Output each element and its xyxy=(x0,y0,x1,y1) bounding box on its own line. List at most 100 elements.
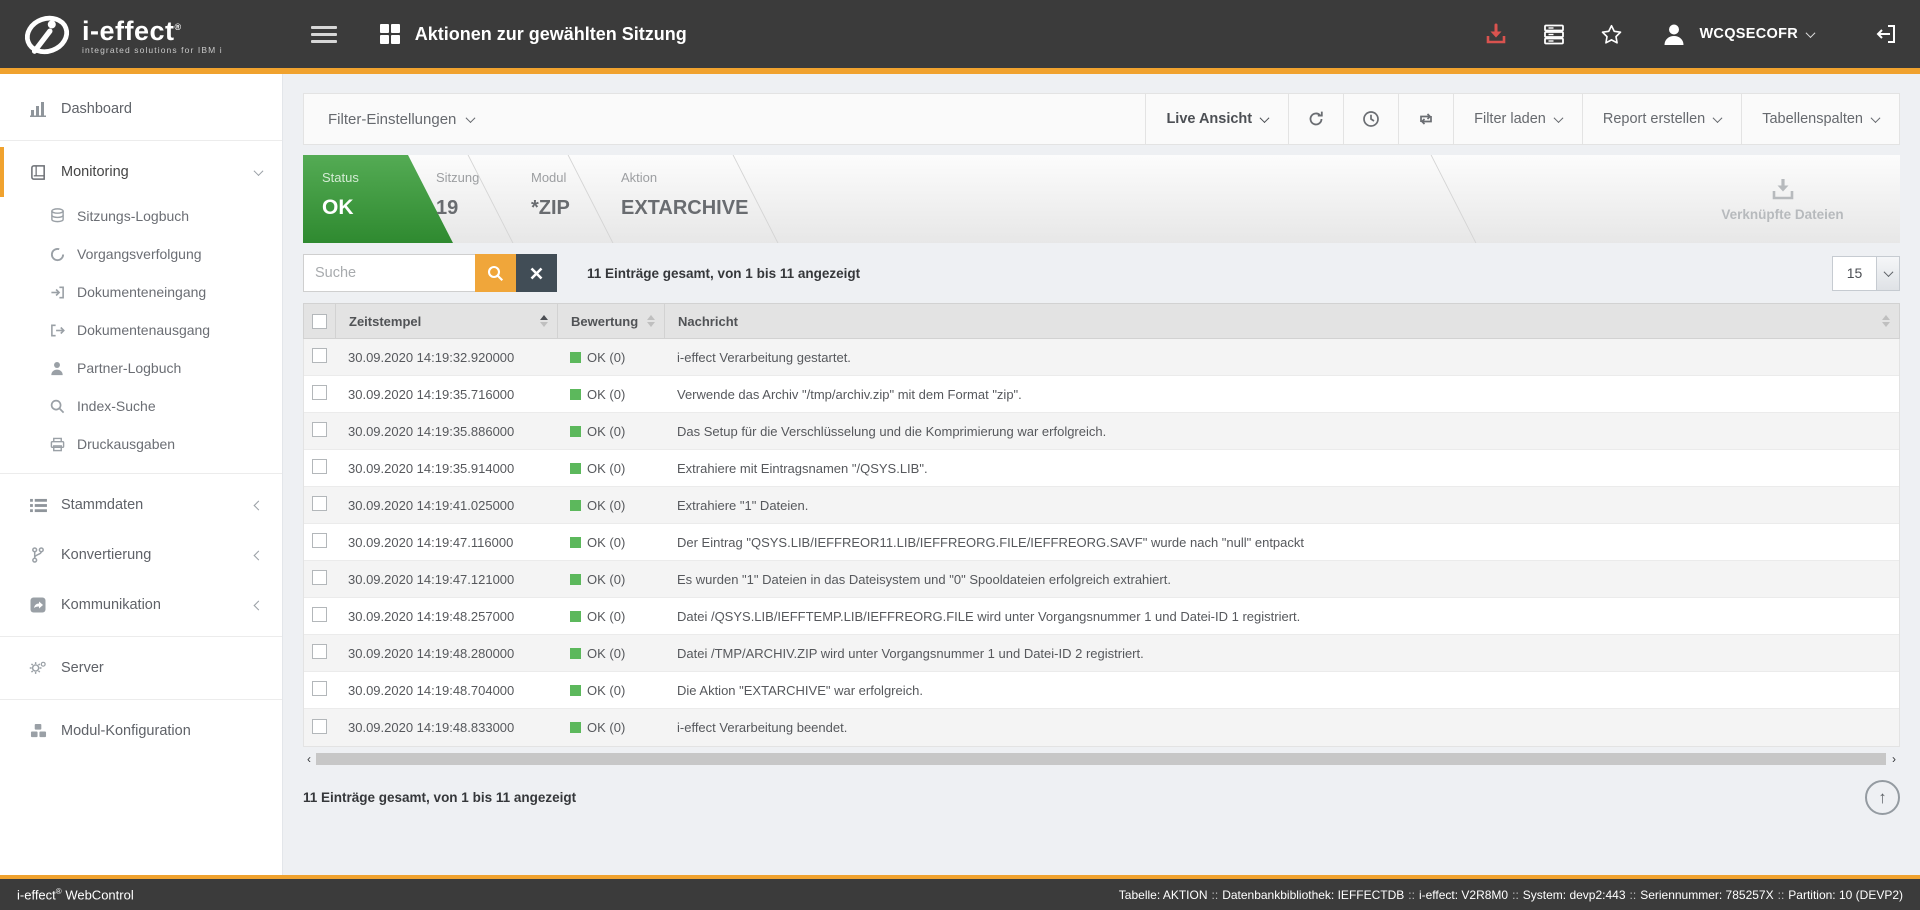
page-size-select[interactable]: 15 xyxy=(1832,256,1900,291)
status-ok-icon xyxy=(570,426,581,437)
sidebar-item-label: Dokumenteneingang xyxy=(77,284,206,300)
repeat-icon xyxy=(1417,110,1435,128)
linked-files-button[interactable]: Verknüpfte Dateien xyxy=(1665,155,1900,243)
chevron-down-icon xyxy=(1260,113,1270,123)
footer-status-item: System: devp2:443 xyxy=(1523,888,1626,902)
history-button[interactable] xyxy=(1343,94,1398,144)
filter-load-dropdown[interactable]: Filter laden xyxy=(1453,94,1582,144)
app-footer: i-effect® WebControl Tabelle: AKTION::Da… xyxy=(0,875,1920,910)
footer-status-item: i-effect: V2R8M0 xyxy=(1419,888,1508,902)
logout-icon[interactable] xyxy=(1874,22,1898,46)
row-timestamp: 30.09.2020 14:19:48.833000 xyxy=(335,720,557,735)
username: WCQSECOFR xyxy=(1699,26,1798,42)
live-view-dropdown[interactable]: Live Ansicht xyxy=(1145,94,1288,144)
row-checkbox-cell xyxy=(304,496,335,514)
status-ok-icon xyxy=(570,463,581,474)
row-checkbox[interactable] xyxy=(312,719,327,734)
downloads-icon[interactable] xyxy=(1484,22,1508,46)
sidebar-divider xyxy=(0,636,282,637)
page-title: Aktionen zur gewählten Sitzung xyxy=(415,24,687,45)
table-row: 30.09.2020 14:19:48.833000 OK (0) i-effe… xyxy=(304,709,1899,746)
row-checkbox[interactable] xyxy=(312,644,327,659)
footer-separator: :: xyxy=(1508,888,1523,902)
column-label: Zeitstempel xyxy=(349,314,421,329)
row-rating: OK (0) xyxy=(557,572,664,587)
report-create-label: Report erstellen xyxy=(1603,111,1705,127)
row-timestamp: 30.09.2020 14:19:48.280000 xyxy=(335,646,557,661)
search-button[interactable] xyxy=(475,254,516,292)
column-label: Bewertung xyxy=(571,314,638,329)
sidebar-item-server[interactable]: Server xyxy=(0,643,282,693)
row-message: i-effect Verarbeitung beendet. xyxy=(664,720,1899,735)
favorites-star-icon[interactable] xyxy=(1600,23,1623,46)
scroll-right-arrow[interactable]: › xyxy=(1888,752,1900,766)
banner-divider xyxy=(568,155,614,243)
sidebar-item-modul-konfiguration[interactable]: Modul-Konfiguration xyxy=(0,706,282,756)
row-checkbox[interactable] xyxy=(312,570,327,585)
menu-toggle-icon[interactable] xyxy=(311,26,337,43)
app-logo[interactable]: i-effect® integrated solutions for IBM i xyxy=(22,12,223,56)
report-create-dropdown[interactable]: Report erstellen xyxy=(1582,94,1741,144)
sidebar-item-index-suche[interactable]: Index-Suche xyxy=(0,387,282,425)
table-columns-dropdown[interactable]: Tabellenspalten xyxy=(1741,94,1899,144)
select-all-checkbox[interactable] xyxy=(312,314,327,329)
row-checkbox-cell xyxy=(304,644,335,662)
row-checkbox[interactable] xyxy=(312,459,327,474)
log-table: Zeitstempel Bewertung Nachricht 30.09.20… xyxy=(303,303,1900,747)
sidebar-item-stammdaten[interactable]: Stammdaten xyxy=(0,480,282,530)
row-checkbox-cell xyxy=(304,607,335,625)
sidebar-item-sitzungs-logbuch[interactable]: Sitzungs-Logbuch xyxy=(0,197,282,235)
row-checkbox[interactable] xyxy=(312,681,327,696)
grid-icon xyxy=(379,23,401,45)
row-rating: OK (0) xyxy=(557,535,664,550)
bottom-bar: 11 Einträge gesamt, von 1 bis 11 angezei… xyxy=(303,780,1900,815)
code-branch-icon xyxy=(28,547,48,563)
sidebar-item-druckausgaben[interactable]: Druckausgaben xyxy=(0,425,282,463)
sidebar-item-partner-logbuch[interactable]: Partner-Logbuch xyxy=(0,349,282,387)
row-checkbox[interactable] xyxy=(312,385,327,400)
action-label: Aktion xyxy=(621,170,748,185)
row-rating-text: OK (0) xyxy=(587,424,625,439)
auto-reload-button[interactable] xyxy=(1398,94,1453,144)
sidebar-item-vorgangsverfolgung[interactable]: Vorgangsverfolgung xyxy=(0,235,282,273)
status-banner: Status OK Sitzung 19 Modul *ZIP Aktion E… xyxy=(303,155,1900,243)
sidebar-item-dashboard[interactable]: Dashboard xyxy=(0,84,282,134)
status-ok-icon xyxy=(570,648,581,659)
sidebar-item-monitoring[interactable]: Monitoring xyxy=(0,147,282,197)
status-ok-icon xyxy=(570,500,581,511)
row-checkbox-cell xyxy=(304,719,335,737)
module-segment: Modul *ZIP xyxy=(531,170,570,220)
filter-settings-label: Filter-Einstellungen xyxy=(328,111,456,128)
column-header-bewertung[interactable]: Bewertung xyxy=(557,304,664,338)
sidebar-item-label: Druckausgaben xyxy=(77,436,175,452)
sidebar-item-kommunikation[interactable]: Kommunikation xyxy=(0,580,282,630)
row-rating: OK (0) xyxy=(557,609,664,624)
sidebar-item-konvertierung[interactable]: Konvertierung xyxy=(0,530,282,580)
filter-settings-dropdown[interactable]: Filter-Einstellungen xyxy=(304,94,498,144)
status-ok-icon xyxy=(570,685,581,696)
row-checkbox[interactable] xyxy=(312,348,327,363)
user-menu[interactable]: WCQSECOFR xyxy=(1661,21,1814,47)
row-checkbox-cell xyxy=(304,422,335,440)
row-checkbox[interactable] xyxy=(312,533,327,548)
refresh-button[interactable] xyxy=(1288,94,1343,144)
search-input[interactable] xyxy=(303,254,475,292)
clear-search-button[interactable] xyxy=(516,254,557,292)
scrollbar-thumb[interactable] xyxy=(316,753,1886,765)
share-icon xyxy=(28,597,48,613)
column-header-zeitstempel[interactable]: Zeitstempel xyxy=(335,304,557,338)
row-timestamp: 30.09.2020 14:19:32.920000 xyxy=(335,350,557,365)
row-checkbox[interactable] xyxy=(312,422,327,437)
row-checkbox[interactable] xyxy=(312,607,327,622)
server-status-icon[interactable] xyxy=(1542,22,1566,46)
status-segment: Status OK xyxy=(303,155,453,243)
registered-mark: ® xyxy=(175,22,182,32)
chevron-left-icon xyxy=(254,600,264,610)
sidebar-item-dokumenteneingang[interactable]: Dokumenteneingang xyxy=(0,273,282,311)
scroll-to-top-button[interactable]: ↑ xyxy=(1865,780,1900,815)
scroll-left-arrow[interactable]: ‹ xyxy=(303,752,315,766)
sort-icon xyxy=(647,315,655,327)
column-header-nachricht[interactable]: Nachricht xyxy=(664,304,1899,338)
sidebar-item-dokumentenausgang[interactable]: Dokumentenausgang xyxy=(0,311,282,349)
row-checkbox[interactable] xyxy=(312,496,327,511)
